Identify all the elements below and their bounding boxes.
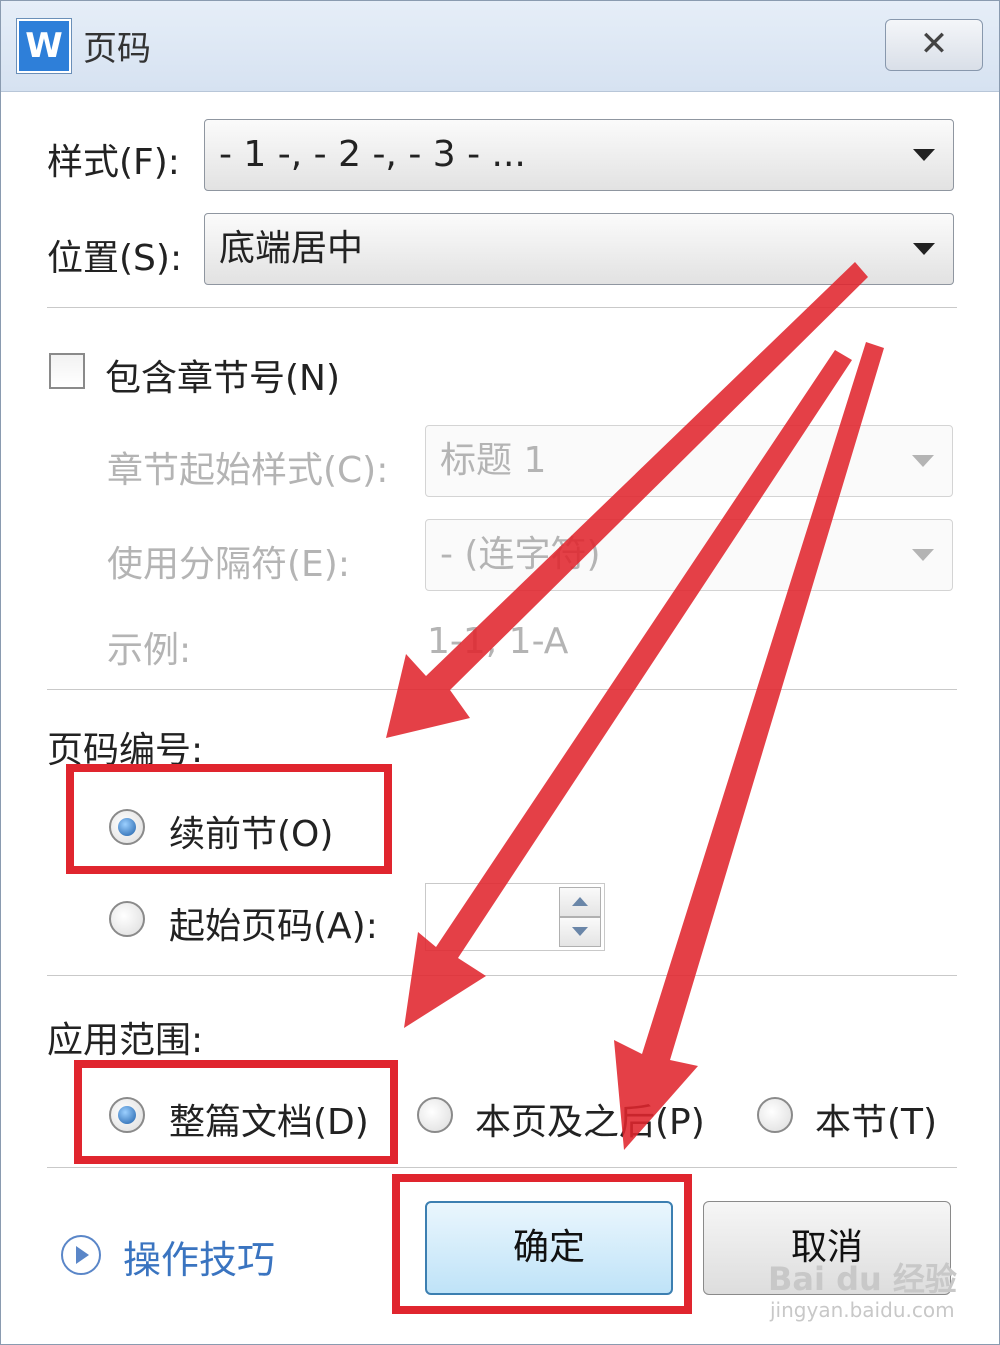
chevron-down-icon xyxy=(913,243,935,255)
chapter-style-value: 标题 1 xyxy=(440,440,547,481)
ok-button[interactable]: 确定 xyxy=(425,1201,673,1295)
chevron-down-icon xyxy=(912,455,934,467)
chevron-down-icon xyxy=(913,149,935,161)
style-dropdown[interactable]: - 1 -, - 2 -, - 3 - ... xyxy=(204,119,954,191)
position-value: 底端居中 xyxy=(219,228,364,269)
dialog-title: 页码 xyxy=(83,29,151,69)
divider xyxy=(47,689,957,690)
spin-down-button[interactable] xyxy=(559,917,601,947)
spin-up-button[interactable] xyxy=(559,887,601,917)
chapter-style-label: 章节起始样式(C): xyxy=(107,450,389,491)
separator-value: - (连字符) xyxy=(440,534,601,575)
whole-document-label: 整篇文档(D) xyxy=(169,1102,369,1143)
divider xyxy=(47,975,957,976)
position-label: 位置(S): xyxy=(47,238,183,279)
title-bar: W 页码 ✕ xyxy=(1,1,999,92)
this-page-onward-radio[interactable] xyxy=(417,1097,453,1133)
chevron-down-icon xyxy=(912,549,934,561)
position-dropdown[interactable]: 底端居中 xyxy=(204,213,954,285)
start-page-label: 起始页码(A): xyxy=(169,906,378,947)
example-value: 1-1, 1-A xyxy=(427,621,569,662)
start-page-radio[interactable] xyxy=(109,901,145,937)
operation-tips-label: 操作技巧 xyxy=(123,1238,276,1282)
this-section-label: 本节(T) xyxy=(815,1102,938,1143)
whole-document-radio[interactable] xyxy=(109,1097,145,1133)
continue-previous-radio[interactable] xyxy=(109,809,145,845)
play-icon xyxy=(61,1235,101,1275)
page-number-dialog: W 页码 ✕ 样式(F): - 1 -, - 2 -, - 3 - ... 位置… xyxy=(0,0,1000,1345)
apply-scope-heading: 应用范围: xyxy=(47,1020,204,1061)
wps-writer-icon: W xyxy=(17,19,71,73)
separator-dropdown[interactable]: - (连字符) xyxy=(425,519,953,591)
style-value: - 1 -, - 2 -, - 3 - ... xyxy=(219,134,526,175)
chapter-style-dropdown[interactable]: 标题 1 xyxy=(425,425,953,497)
this-page-onward-label: 本页及之后(P) xyxy=(475,1102,705,1143)
numbering-heading: 页码编号: xyxy=(47,730,204,771)
divider xyxy=(47,1167,957,1168)
example-label: 示例: xyxy=(107,630,192,671)
style-label: 样式(F): xyxy=(47,142,180,183)
include-chapter-checkbox[interactable] xyxy=(49,353,85,389)
close-icon: ✕ xyxy=(919,24,949,64)
divider xyxy=(47,307,957,308)
this-section-radio[interactable] xyxy=(757,1097,793,1133)
cancel-button[interactable]: 取消 xyxy=(703,1201,951,1295)
continue-previous-label: 续前节(O) xyxy=(169,814,334,855)
include-chapter-label: 包含章节号(N) xyxy=(105,358,341,399)
close-button[interactable]: ✕ xyxy=(885,19,983,71)
separator-label: 使用分隔符(E): xyxy=(107,544,350,585)
